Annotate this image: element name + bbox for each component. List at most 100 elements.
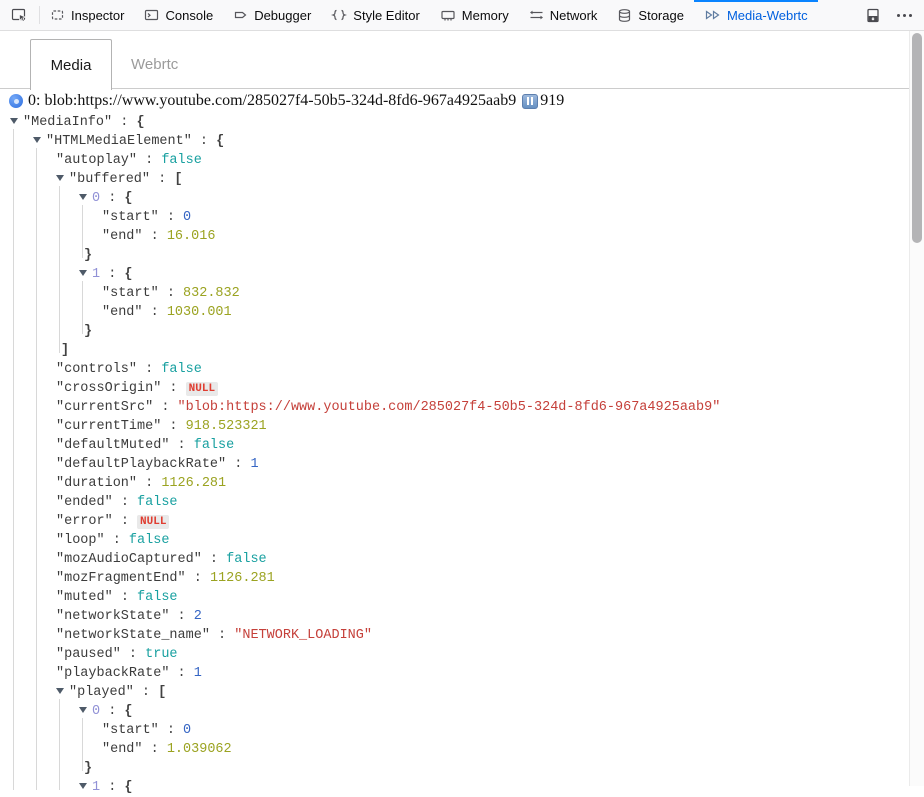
tab-debugger[interactable]: Debugger — [223, 0, 321, 30]
tree-row: "played" : [ — [0, 683, 908, 702]
memory-icon — [440, 8, 456, 22]
tree-row: } — [0, 246, 908, 265]
dock-to-bottom-icon — [866, 8, 880, 23]
collapse-caret-icon[interactable] — [10, 118, 18, 124]
tree-value: 0 — [183, 723, 191, 738]
tab-webrtc[interactable]: Webrtc — [131, 39, 178, 90]
media-element-row[interactable]: 0: blob:https://www.youtube.com/285027f4… — [0, 89, 924, 110]
tree-row: "defaultPlaybackRate" : 1 — [0, 455, 908, 474]
tree-value: false — [226, 552, 267, 567]
tree-row: "muted" : false — [0, 588, 908, 607]
tree-row: "start" : 0 — [0, 721, 908, 740]
tree-row: "playbackRate" : 1 — [0, 664, 908, 683]
media-panel-content: 0: blob:https://www.youtube.com/285027f4… — [0, 89, 924, 786]
tree-row: "buffered" : [ — [0, 170, 908, 189]
tab-network[interactable]: Network — [519, 0, 608, 30]
tree-row: "crossOrigin" : NULL — [0, 379, 908, 398]
tree-row: "end" : 1030.001 — [0, 303, 908, 322]
tab-console[interactable]: Console — [134, 0, 223, 30]
devtools-toolbar: Inspector Console Debugger Style Editor … — [0, 0, 924, 31]
collapse-caret-icon[interactable] — [79, 194, 87, 200]
tree-value: 16.016 — [167, 229, 216, 244]
tree-value: 0 — [183, 210, 191, 225]
media-tab-label: Media — [51, 57, 92, 74]
tab-media[interactable]: Media — [30, 39, 112, 90]
tree-row: "HTMLMediaElement" : { — [0, 132, 908, 151]
tree-row: 1 : { — [0, 265, 908, 284]
tree-value: NULL — [137, 515, 169, 529]
tab-label: Network — [550, 8, 598, 23]
vertical-scrollbar[interactable] — [909, 31, 924, 786]
tab-memory[interactable]: Memory — [430, 0, 519, 30]
media-element-label: 0: blob:https://www.youtube.com/285027f4… — [28, 92, 516, 110]
tree-value: 1 — [194, 666, 202, 681]
tree-row: "start" : 0 — [0, 208, 908, 227]
tree-row: "autoplay" : false — [0, 151, 908, 170]
tree-row: } — [0, 759, 908, 778]
tab-label: Media-Webrtc — [727, 8, 808, 23]
tree-value: false — [137, 590, 178, 605]
debugger-icon — [233, 8, 248, 22]
tree-row: } — [0, 322, 908, 341]
tab-label: Inspector — [71, 8, 124, 23]
tree-value: 832.832 — [183, 286, 240, 301]
tab-style-editor[interactable]: Style Editor — [321, 0, 429, 30]
paused-state-icon — [522, 94, 538, 109]
tree-row: 0 : { — [0, 189, 908, 208]
style-editor-icon — [331, 8, 347, 22]
devtools-menu-button[interactable] — [891, 14, 924, 17]
webrtc-tab-label: Webrtc — [131, 56, 178, 73]
tree-value: false — [194, 438, 235, 453]
tree-row: 0 : { — [0, 702, 908, 721]
tree-value: 1126.281 — [161, 476, 226, 491]
tree-row: "controls" : false — [0, 360, 908, 379]
tree-row: "MediaInfo" : { — [0, 113, 908, 132]
tree-row: ] — [0, 341, 908, 360]
tree-value: 1126.281 — [210, 571, 275, 586]
tab-label: Style Editor — [353, 8, 419, 23]
tree-value: false — [161, 362, 202, 377]
media-webrtc-icon — [704, 8, 721, 22]
tree-row: "mozFragmentEnd" : 1126.281 — [0, 569, 908, 588]
tree-row: "currentTime" : 918.523321 — [0, 417, 908, 436]
panel-tab-strip: Media Webrtc — [0, 31, 924, 89]
tree-row: "defaultMuted" : false — [0, 436, 908, 455]
tree-value: false — [161, 153, 202, 168]
tree-value: 1 — [250, 457, 258, 472]
tree-row: "networkState_name" : "NETWORK_LOADING" — [0, 626, 908, 645]
dock-side-button[interactable] — [855, 8, 891, 23]
collapse-caret-icon[interactable] — [79, 707, 87, 713]
tree-row: "start" : 832.832 — [0, 284, 908, 303]
tree-row: "currentSrc" : "blob:https://www.youtube… — [0, 398, 908, 417]
tree-row: "networkState" : 2 — [0, 607, 908, 626]
media-element-radio[interactable] — [9, 94, 23, 108]
media-current-time: 919 — [540, 92, 564, 110]
tree-row: "end" : 1.039062 — [0, 740, 908, 759]
tab-storage[interactable]: Storage — [607, 0, 694, 30]
collapse-caret-icon[interactable] — [56, 175, 64, 181]
tab-media-webrtc[interactable]: Media-Webrtc — [694, 0, 818, 30]
tab-label: Debugger — [254, 8, 311, 23]
tab-label: Console — [165, 8, 213, 23]
network-icon — [529, 8, 544, 22]
element-picker-button[interactable] — [0, 0, 39, 30]
inspector-icon — [50, 8, 65, 22]
scrollbar-thumb[interactable] — [912, 33, 922, 243]
tree-value: false — [137, 495, 178, 510]
tree-row: "end" : 16.016 — [0, 227, 908, 246]
tree-value: "NETWORK_LOADING" — [234, 628, 372, 643]
toolbar-right-controls — [855, 0, 924, 30]
collapse-caret-icon[interactable] — [56, 688, 64, 694]
storage-icon — [617, 8, 632, 23]
tree-value: 918.523321 — [186, 419, 267, 434]
tree-row: "paused" : true — [0, 645, 908, 664]
tree-value: NULL — [186, 382, 218, 396]
tab-inspector[interactable]: Inspector — [40, 0, 134, 30]
collapse-caret-icon[interactable] — [33, 137, 41, 143]
tree-value: "blob:https://www.youtube.com/285027f4-5… — [178, 400, 721, 415]
tab-label: Storage — [638, 8, 684, 23]
tree-value: true — [145, 647, 177, 662]
collapse-caret-icon[interactable] — [79, 270, 87, 276]
tree-row: "ended" : false — [0, 493, 908, 512]
console-icon — [144, 8, 159, 22]
